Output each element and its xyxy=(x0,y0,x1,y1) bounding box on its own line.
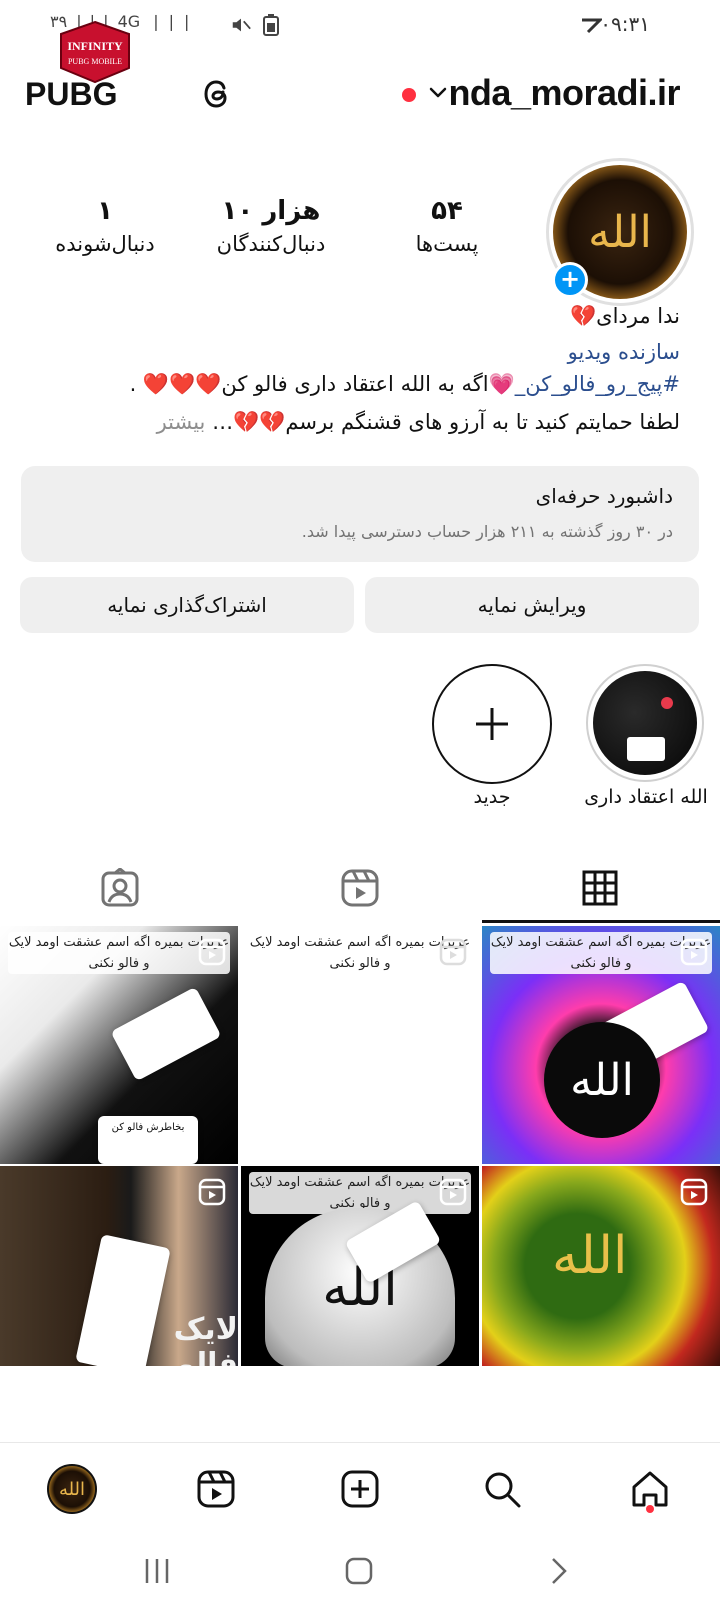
username[interactable]: nda_moradi.ir xyxy=(448,72,680,114)
tab-reels[interactable] xyxy=(240,852,480,924)
reels-icon xyxy=(197,1470,235,1508)
allah-calligraphy: الله xyxy=(544,1022,660,1138)
post-caption: عزیزات بمیره اگه اسم عشقت اومد لایک و فا… xyxy=(249,932,471,974)
add-story-icon[interactable]: + xyxy=(552,262,588,298)
story-highlight[interactable] xyxy=(586,664,704,782)
profile-avatar-small: الله xyxy=(47,1464,97,1514)
profile-category: سازنده ویدیو xyxy=(567,340,680,364)
post-thumbnail[interactable]: عزیزات بمیره اگه اسم عشقت اومد لایک و فا… xyxy=(241,1166,479,1366)
back-icon[interactable] xyxy=(544,1556,574,1586)
notification-icon xyxy=(582,18,602,34)
nav-search[interactable] xyxy=(470,1457,534,1521)
sticker-note: بخاطرش فالو کن xyxy=(98,1116,198,1164)
tab-grid[interactable] xyxy=(480,852,720,924)
svg-text:INFINITY: INFINITY xyxy=(67,39,123,53)
bottom-navigation: الله xyxy=(0,1442,720,1542)
stat-followers-value: ۱۰ هزار xyxy=(221,196,321,226)
active-tab-indicator xyxy=(482,920,720,923)
reels-icon xyxy=(341,869,379,907)
stat-following[interactable]: ۱ دنبال‌شونده xyxy=(30,196,180,256)
post-caption: عزیزات بمیره اگه اسم عشقت اومد لایک و فا… xyxy=(490,932,712,974)
profile-tabs xyxy=(0,852,720,924)
post-thumbnail[interactable]: عزیزات بمیره اگه اسم عشقت اومد لایک و فا… xyxy=(0,926,238,1164)
post-thumbnail[interactable]: عزیزات بمیره اگه اسم عشقت اومد لایک و فا… xyxy=(482,926,720,1164)
recent-apps-icon[interactable] xyxy=(142,1556,172,1586)
bio-line-2-text: لطفا حمایتم کنید تا به آرزو های قشنگم بر… xyxy=(212,410,680,434)
stat-followers-label: دنبال‌کنندگان xyxy=(216,232,326,256)
bio-line-1: #پیج_رو_فالو_کن_💗اگه به الله اعتقاد داری… xyxy=(130,372,680,397)
home-button-icon[interactable] xyxy=(344,1556,374,1586)
new-highlight-button[interactable] xyxy=(432,664,552,784)
nav-reels[interactable] xyxy=(184,1457,248,1521)
create-icon xyxy=(341,1470,379,1508)
stat-following-label: دنبال‌شونده xyxy=(55,232,155,256)
plus-icon xyxy=(476,708,508,740)
post-thumbnail[interactable]: الله xyxy=(482,1166,720,1366)
dashboard-title: داشبورد حرفه‌ای xyxy=(535,484,673,508)
post-caption: عزیزات بمیره اگه اسم عشقت اومد لایک و فا… xyxy=(8,932,230,974)
bio-hashtag-link[interactable]: #پیج_رو_فالو_کن_💗 xyxy=(489,372,680,396)
reel-icon xyxy=(198,1178,226,1206)
reel-icon xyxy=(198,938,226,966)
svg-text:PUBG MOBILE: PUBG MOBILE xyxy=(68,57,122,66)
home-notification-dot xyxy=(646,1505,654,1513)
tab-tagged[interactable] xyxy=(0,852,240,924)
reel-icon xyxy=(439,1178,467,1206)
home-icon xyxy=(632,1471,668,1507)
new-highlight-label: جدید xyxy=(473,786,511,808)
system-navigation-bar xyxy=(0,1542,720,1600)
search-icon xyxy=(485,1472,521,1508)
nav-create[interactable] xyxy=(328,1457,392,1521)
threads-icon[interactable] xyxy=(196,74,236,114)
mute-icon xyxy=(232,18,251,32)
reel-icon xyxy=(439,938,467,966)
professional-dashboard[interactable]: داشبورد حرفه‌ای در ۳۰ روز گذشته به ۲۱۱ ه… xyxy=(21,466,699,562)
reel-icon xyxy=(680,1178,708,1206)
battery-icon xyxy=(263,14,279,36)
stat-followers[interactable]: ۱۰ هزار دنبال‌کنندگان xyxy=(196,196,346,256)
stat-posts[interactable]: ۵۴ پست‌ها xyxy=(372,196,522,256)
highlight-cover xyxy=(593,671,697,775)
edit-profile-button[interactable]: ویرایش نمایه xyxy=(365,577,699,633)
status-time: ۰۹:۳۱ xyxy=(600,12,650,36)
dashboard-subtitle: در ۳۰ روز گذشته به ۲۱۱ هزار حساب دسترسی … xyxy=(301,522,673,541)
highlight-label: الله اعتقاد داری xyxy=(584,786,708,808)
bio-line-1-text: اگه به الله اعتقاد داری فالو کن❤️❤️❤️ . xyxy=(129,372,489,396)
share-profile-button[interactable]: اشتراک‌گذاری نمایه xyxy=(20,577,354,633)
reel-icon xyxy=(680,938,708,966)
stat-posts-label: پست‌ها xyxy=(415,232,479,256)
account-notification-dot xyxy=(402,88,416,102)
profile-name: ندا مردای💔 xyxy=(570,304,680,328)
post-overlay-text: لایک فالو xyxy=(173,1312,238,1366)
tagged-icon xyxy=(101,868,139,907)
bio-more-link[interactable]: بیشتر xyxy=(157,410,213,434)
post-thumbnail[interactable]: عزیزات بمیره اگه اسم عشقت اومد لایک و فا… xyxy=(241,926,479,1164)
post-thumbnail[interactable]: لایک فالو xyxy=(0,1166,238,1366)
bio-line-2: لطفا حمایتم کنید تا به آرزو های قشنگم بر… xyxy=(157,410,680,435)
sticker-note xyxy=(110,986,222,1082)
stat-posts-value: ۵۴ xyxy=(431,196,463,226)
stat-following-value: ۱ xyxy=(97,196,113,226)
pubg-logo-text: PUBG xyxy=(25,76,118,112)
chevron-down-icon[interactable] xyxy=(426,80,450,104)
grid-icon xyxy=(582,870,618,906)
nav-profile[interactable]: الله xyxy=(40,1457,104,1521)
allah-calligraphy: الله xyxy=(552,1226,628,1286)
